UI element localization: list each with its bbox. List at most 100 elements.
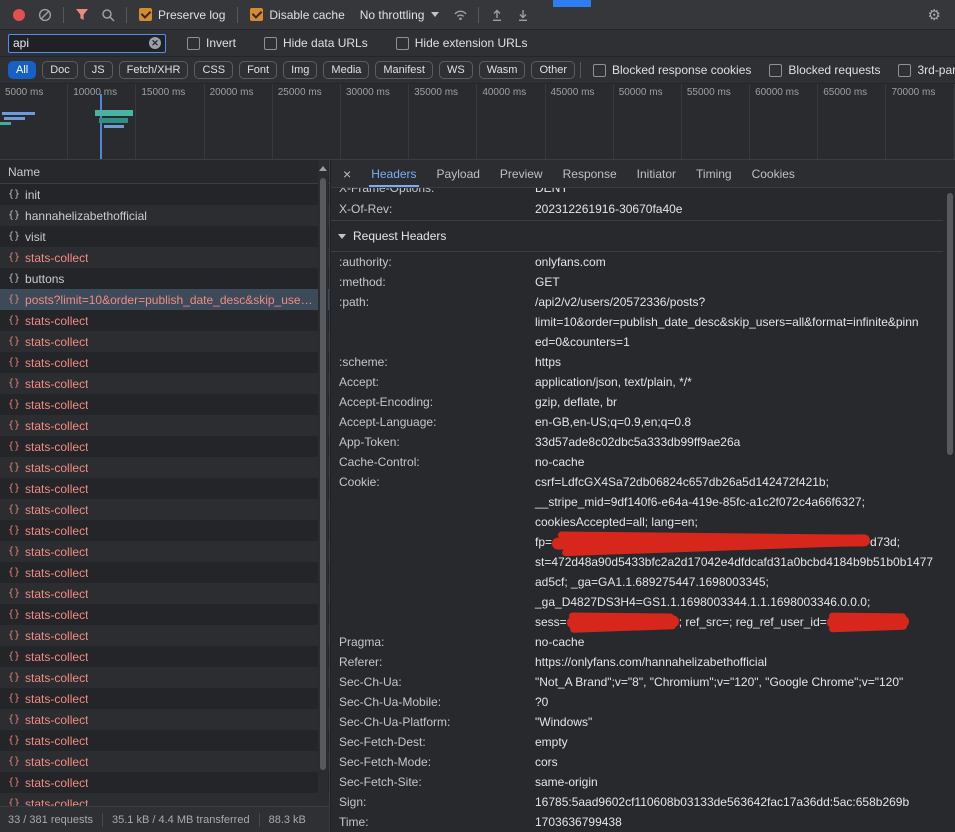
clear-icon [38,8,52,22]
request-row[interactable]: {}stats-collect [0,562,329,583]
network-conditions-icon [453,8,468,21]
request-row[interactable]: {}stats-collect [0,394,329,415]
scrollbar-thumb[interactable] [320,178,326,770]
details-scrollbar[interactable] [945,188,955,832]
json-icon: {} [8,567,20,578]
type-chip-fetch-xhr[interactable]: Fetch/XHR [119,61,189,79]
timeline-column: 60000 ms [750,84,818,159]
scroll-up-icon [319,166,327,171]
request-row[interactable]: {}init [0,184,329,205]
invert-checkbox[interactable]: Invert [180,36,243,50]
toolbar-divider [478,7,479,23]
request-row[interactable]: {}stats-collect [0,730,329,751]
request-row[interactable]: {}stats-collect [0,793,329,806]
header-value: https://onlyfans.com/hannahelizabethoffi… [535,652,943,672]
checkbox-unchecked-icon [264,37,277,50]
import-har-button[interactable] [484,3,510,27]
status-divider [259,813,260,827]
request-headers-list: :authority:onlyfans.com:method:GET:path:… [331,252,943,832]
request-row[interactable]: {}stats-collect [0,499,329,520]
header-name: Sec-Fetch-Dest: [339,732,535,752]
header-name: Sec-Fetch-Site: [339,772,535,792]
request-row[interactable]: {}stats-collect [0,751,329,772]
type-chip-other[interactable]: Other [531,61,575,79]
type-chip-manifest[interactable]: Manifest [375,61,433,79]
filter-input[interactable] [13,36,145,50]
type-chip-js[interactable]: JS [84,61,113,79]
clear-input-icon: ✕ [151,38,159,49]
disable-cache-checkbox[interactable]: Disable cache [243,8,351,22]
request-row[interactable]: {}stats-collect [0,709,329,730]
request-row[interactable]: {}stats-collect [0,310,329,331]
request-name: stats-collect [25,713,88,727]
settings-button[interactable]: ⚙ [920,6,949,24]
request-row[interactable]: {}stats-collect [0,772,329,793]
request-row[interactable]: {}stats-collect [0,457,329,478]
record-button[interactable] [6,3,32,27]
request-row[interactable]: {}stats-collect [0,352,329,373]
header-row: Sign:16785:5aad9602cf110608b03133de56364… [331,792,943,812]
header-name: Sec-Ch-Ua-Platform: [339,712,535,732]
type-chip-wasm[interactable]: Wasm [479,61,526,79]
json-icon: {} [8,672,20,683]
header-name: Sec-Ch-Ua-Mobile: [339,692,535,712]
header-value: no-cache [535,452,943,472]
tab-payload[interactable]: Payload [427,160,490,187]
clear-button[interactable] [32,3,58,27]
tab-headers[interactable]: Headers [361,160,426,187]
type-chip-css[interactable]: CSS [194,61,233,79]
status-divider [102,813,103,827]
scrollbar-thumb[interactable] [947,193,953,455]
request-row[interactable]: {}visit [0,226,329,247]
type-chip-all[interactable]: All [8,61,36,79]
request-row[interactable]: {}stats-collect [0,478,329,499]
request-row[interactable]: {}stats-collect [0,247,329,268]
request-headers-section[interactable]: Request Headers [331,221,943,252]
timeline-column: 45000 ms [546,84,614,159]
type-chip-ws[interactable]: WS [439,61,473,79]
network-overview-timeline[interactable]: 5000 ms10000 ms15000 ms20000 ms25000 ms3… [0,84,955,160]
request-row[interactable]: {}stats-collect [0,583,329,604]
request-row[interactable]: {}stats-collect [0,625,329,646]
filter-toggle-button[interactable] [69,3,95,27]
clear-filter-button[interactable]: ✕ [149,37,161,49]
hide-extension-urls-checkbox[interactable]: Hide extension URLs [389,36,535,50]
request-row[interactable]: {}stats-collect [0,373,329,394]
header-row: Sec-Ch-Ua:"Not_A Brand";v="8", "Chromium… [331,672,943,692]
request-row[interactable]: {}hannahelizabethofficial [0,205,329,226]
filter-checkbox-blocked-requests[interactable]: Blocked requests [762,63,887,77]
filter-checkbox-3rd-party-requests[interactable]: 3rd-party requests [891,63,955,77]
export-har-button[interactable] [510,3,536,27]
request-row-selected[interactable]: {}posts?limit=10&order=publish_date_desc… [0,289,329,310]
close-details-button[interactable]: × [333,166,361,182]
network-conditions-button[interactable] [447,3,473,27]
name-column-header[interactable]: Name [0,160,329,184]
type-chip-font[interactable]: Font [239,61,277,79]
preserve-log-checkbox[interactable]: Preserve log [132,8,232,22]
search-button[interactable] [95,3,121,27]
throttling-dropdown[interactable]: No throttling [352,8,448,22]
request-row[interactable]: {}stats-collect [0,688,329,709]
type-chip-img[interactable]: Img [283,61,317,79]
request-list-scrollbar[interactable] [318,160,328,806]
request-row[interactable]: {}stats-collect [0,604,329,625]
request-row[interactable]: {}stats-collect [0,436,329,457]
tab-timing[interactable]: Timing [686,160,742,187]
tab-response[interactable]: Response [553,160,627,187]
hide-data-urls-checkbox[interactable]: Hide data URLs [257,36,375,50]
request-row[interactable]: {}stats-collect [0,646,329,667]
search-icon [101,8,115,22]
type-chip-doc[interactable]: Doc [42,61,78,79]
json-icon: {} [8,420,20,431]
tab-preview[interactable]: Preview [490,160,553,187]
tab-cookies[interactable]: Cookies [742,160,805,187]
tab-initiator[interactable]: Initiator [627,160,686,187]
type-chip-media[interactable]: Media [323,61,369,79]
filter-checkbox-blocked-response-cookies[interactable]: Blocked response cookies [586,63,758,77]
request-row[interactable]: {}stats-collect [0,415,329,436]
request-row[interactable]: {}buttons [0,268,329,289]
request-row[interactable]: {}stats-collect [0,520,329,541]
request-row[interactable]: {}stats-collect [0,331,329,352]
request-row[interactable]: {}stats-collect [0,667,329,688]
request-row[interactable]: {}stats-collect [0,541,329,562]
